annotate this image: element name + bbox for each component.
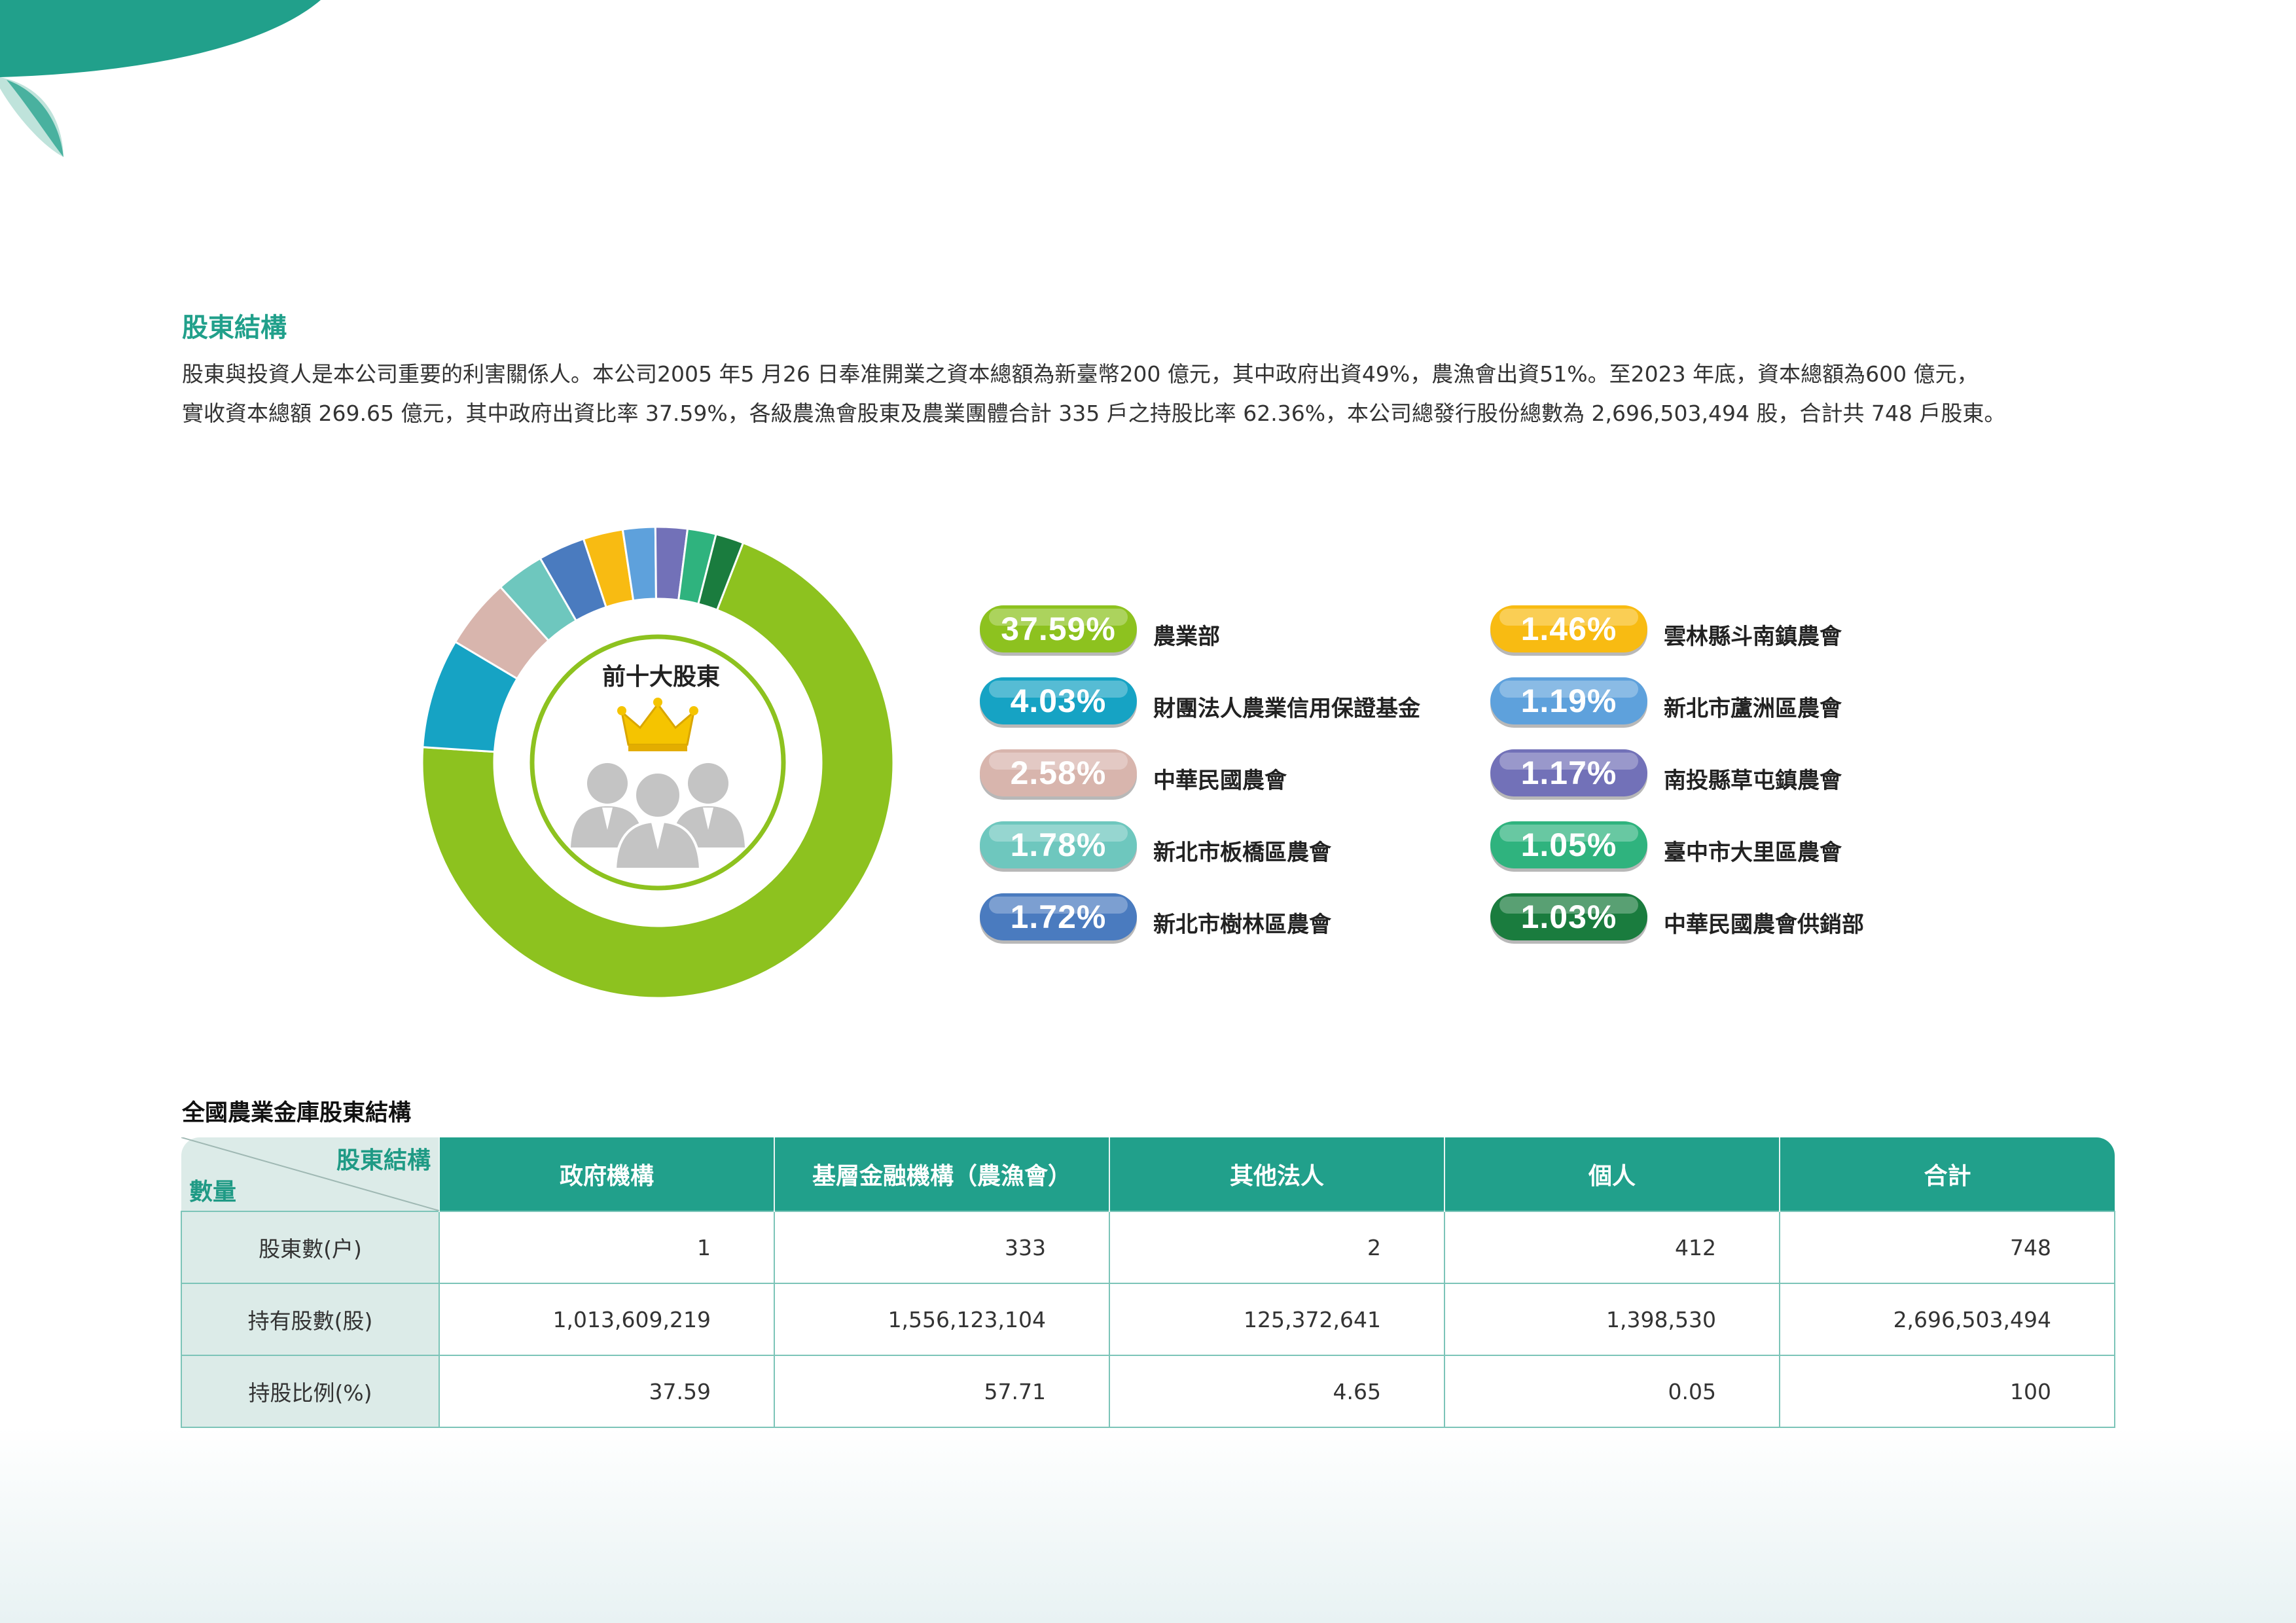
- table-cell: 0.05: [1444, 1355, 1780, 1428]
- top-ten-shareholders-donut: 前十大股東: [419, 524, 897, 1001]
- row-header: 股東數(户): [181, 1211, 440, 1284]
- corner-decoration: [0, 0, 321, 157]
- legend-percent-pill: 1.03%: [1490, 893, 1647, 940]
- table-row: 持股比例(%) 37.59 57.71 4.65 0.05 100: [181, 1355, 2115, 1428]
- intro-line-2: 實收資本總額 269.65 億元，其中政府出資比率 37.59%，各級農漁會股東…: [182, 401, 2006, 426]
- legend-percent-pill: 1.05%: [1490, 821, 1647, 868]
- legend-percent-pill: 1.78%: [980, 821, 1137, 868]
- legend-percent-pill: 4.03%: [980, 677, 1137, 724]
- donut-chart: [421, 526, 895, 999]
- legend-label: 南投縣草屯鎮農會: [1664, 768, 1842, 794]
- legend-label: 中華民國農會: [1153, 768, 1287, 794]
- legend-label: 雲林縣斗南鎮農會: [1664, 624, 1842, 650]
- row-header: 持有股數(股): [181, 1283, 440, 1356]
- table-cell: 1,013,609,219: [439, 1283, 775, 1356]
- legend-label: 新北市樹林區農會: [1153, 912, 1331, 938]
- legend-percent-pill: 1.17%: [1490, 749, 1647, 796]
- table-cell: 2,696,503,494: [1779, 1283, 2115, 1356]
- legend-percent-pill: 37.59%: [980, 605, 1137, 652]
- intro-paragraph: 股東與投資人是本公司重要的利害關係人。本公司2005 年5 月26 日奉准開業之…: [182, 355, 2119, 433]
- column-header: 其他法人: [1109, 1137, 1444, 1211]
- corner-bottom-label: 數量: [189, 1179, 237, 1205]
- section-title: 股東結構: [182, 313, 287, 343]
- table-cell: 2: [1109, 1211, 1445, 1284]
- shareholder-structure-table-wrap: 股東結構 數量 政府機構 基層金融機構（農漁會） 其他法人 個人 合計 股東數(…: [181, 1137, 2115, 1428]
- table-corner-cell: 股東結構 數量: [181, 1137, 439, 1211]
- table-cell: 1,556,123,104: [774, 1283, 1110, 1356]
- table-row: 持有股數(股) 1,013,609,219 1,556,123,104 125,…: [181, 1283, 2115, 1356]
- legend-label: 中華民國農會供銷部: [1664, 912, 1864, 938]
- table-cell: 1,398,530: [1444, 1283, 1780, 1356]
- donut-center-title: 前十大股東: [601, 664, 720, 690]
- table-cell: 333: [774, 1211, 1110, 1284]
- legend-percent-pill: 1.72%: [980, 893, 1137, 940]
- table-cell: 1: [439, 1211, 775, 1284]
- table-cell: 4.65: [1109, 1355, 1445, 1428]
- background-fade: [0, 1427, 2296, 1623]
- table-title: 全國農業金庫股東結構: [182, 1100, 412, 1126]
- legend-label: 財團法人農業信用保證基金: [1153, 696, 1420, 722]
- legend-percent-pill: 1.46%: [1490, 605, 1647, 652]
- column-header: 合計: [1779, 1137, 2115, 1211]
- row-header: 持股比例(%): [181, 1355, 440, 1428]
- table-header-row: 股東結構 數量 政府機構 基層金融機構（農漁會） 其他法人 個人 合計: [181, 1137, 2115, 1211]
- legend-label: 新北市蘆洲區農會: [1664, 696, 1842, 722]
- column-header: 基層金融機構（農漁會）: [774, 1137, 1109, 1211]
- table-cell: 37.59: [439, 1355, 775, 1428]
- table-row: 股東數(户) 1 333 2 412 748: [181, 1211, 2115, 1284]
- table-cell: 748: [1779, 1211, 2115, 1284]
- legend-percent-pill: 1.19%: [1490, 677, 1647, 724]
- shareholder-structure-table: 股東結構 數量 政府機構 基層金融機構（農漁會） 其他法人 個人 合計 股東數(…: [181, 1137, 2115, 1428]
- corner-top-label: 股東結構: [336, 1147, 431, 1174]
- legend-percent-pill: 2.58%: [980, 749, 1137, 796]
- legend-label: 臺中市大里區農會: [1664, 840, 1842, 866]
- legend-label: 農業部: [1153, 624, 1220, 650]
- table-cell: 412: [1444, 1211, 1780, 1284]
- table-cell: 125,372,641: [1109, 1283, 1445, 1356]
- intro-line-1: 股東與投資人是本公司重要的利害關係人。本公司2005 年5 月26 日奉准開業之…: [182, 361, 1979, 387]
- table-cell: 57.71: [774, 1355, 1110, 1428]
- table-cell: 100: [1779, 1355, 2115, 1428]
- legend-label: 新北市板橋區農會: [1153, 840, 1331, 866]
- column-header: 政府機構: [439, 1137, 774, 1211]
- column-header: 個人: [1444, 1137, 1780, 1211]
